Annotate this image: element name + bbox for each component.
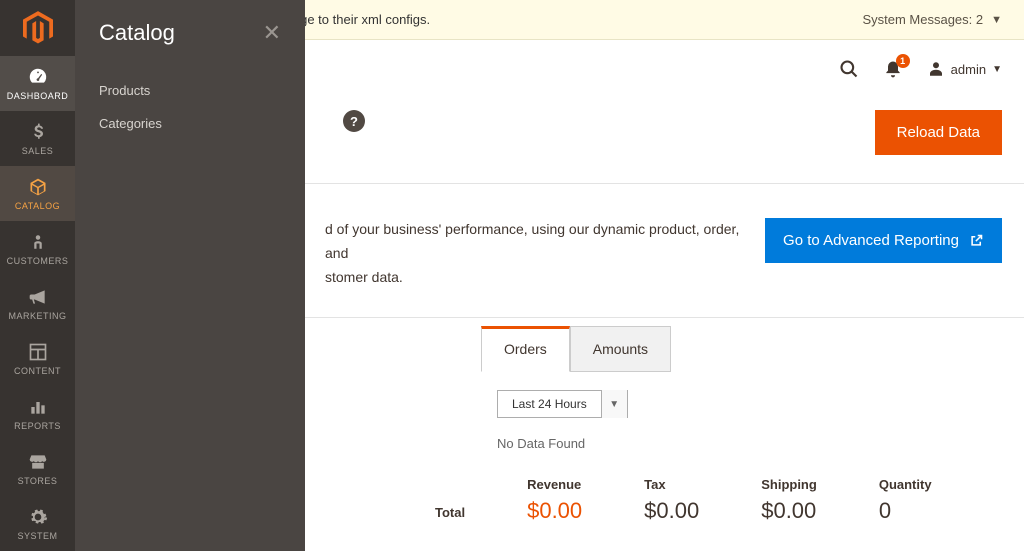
metric-title: Tax [644,477,699,492]
external-link-icon [969,233,984,248]
metric-value: $0.00 [761,498,817,524]
metric-value: $0.00 [527,498,582,524]
adv-button-label: Go to Advanced Reporting [783,232,959,249]
totals-row: Total Revenue $0.00 Tax $0.00 Shipping $… [435,477,1024,524]
tabs: Orders Amounts [481,326,1024,372]
flyout-item-products[interactable]: Products [75,74,305,107]
close-icon[interactable]: ✕ [263,22,281,44]
nav-stores[interactable]: STORES [0,441,75,496]
cube-icon [27,176,49,198]
user-menu[interactable]: admin ▼ [927,60,1002,78]
go-to-advanced-reporting-button[interactable]: Go to Advanced Reporting [765,218,1002,263]
main-sidebar: DASHBOARD SALES CATALOG CUSTOMERS MARKET… [0,0,75,551]
megaphone-icon [27,286,49,308]
store-icon [27,451,49,473]
nav-reports[interactable]: REPORTS [0,386,75,441]
user-icon [927,60,945,78]
filter-row: Last 24 Hours ▼ [497,390,1024,418]
metric-quantity: Quantity 0 [879,477,932,524]
system-message-count[interactable]: System Messages: 2 [862,12,983,27]
person-icon [27,231,49,253]
metric-tax: Tax $0.00 [644,477,699,524]
nav-dashboard[interactable]: DASHBOARD [0,56,75,111]
nav-label: CUSTOMERS [7,256,69,266]
nav-label: STORES [18,476,58,486]
tab-amounts[interactable]: Amounts [570,326,671,372]
username: admin [951,62,986,77]
nav-sales[interactable]: SALES [0,111,75,166]
help-icon[interactable]: ? [343,110,365,132]
catalog-flyout: Catalog ✕ Products Categories [75,0,305,551]
nav-label: SYSTEM [17,531,57,541]
nav-label: DASHBOARD [7,91,69,101]
metric-value: $0.00 [644,498,699,524]
nav-label: SALES [22,146,54,156]
layout-icon [27,341,49,363]
tab-orders[interactable]: Orders [481,326,570,372]
gear-icon [27,506,49,528]
nav-label: REPORTS [14,421,61,431]
metric-value: 0 [879,498,932,524]
totals-label: Total [435,505,465,524]
bars-icon [27,396,49,418]
chevron-down-icon[interactable]: ▼ [991,14,1002,26]
search-icon[interactable] [839,59,859,79]
metric-title: Quantity [879,477,932,492]
metric-shipping: Shipping $0.00 [761,477,817,524]
metric-revenue: Revenue $0.00 [527,477,582,524]
nav-system[interactable]: SYSTEM [0,496,75,551]
chevron-down-icon: ▼ [992,64,1002,75]
flyout-item-categories[interactable]: Categories [75,107,305,140]
notifications-icon[interactable]: 1 [883,59,903,79]
nav-customers[interactable]: CUSTOMERS [0,221,75,276]
dashboard-icon [27,66,49,88]
flyout-title: Catalog [99,20,175,46]
timeframe-dropdown[interactable]: Last 24 Hours ▼ [497,390,628,418]
nav-label: CONTENT [14,366,61,376]
no-data-text: No Data Found [497,436,1024,451]
nav-content[interactable]: CONTENT [0,331,75,386]
notification-badge: 1 [896,54,910,68]
dropdown-label: Last 24 Hours [498,397,601,411]
magento-logo[interactable] [0,0,75,56]
nav-label: MARKETING [8,311,66,321]
chevron-down-icon: ▼ [601,390,627,418]
nav-catalog[interactable]: CATALOG [0,166,75,221]
dollar-icon [27,121,49,143]
reload-data-button[interactable]: Reload Data [875,110,1002,155]
nav-label: CATALOG [15,201,60,211]
nav-marketing[interactable]: MARKETING [0,276,75,331]
magento-logo-icon [23,11,53,45]
metric-title: Revenue [527,477,582,492]
metric-title: Shipping [761,477,817,492]
